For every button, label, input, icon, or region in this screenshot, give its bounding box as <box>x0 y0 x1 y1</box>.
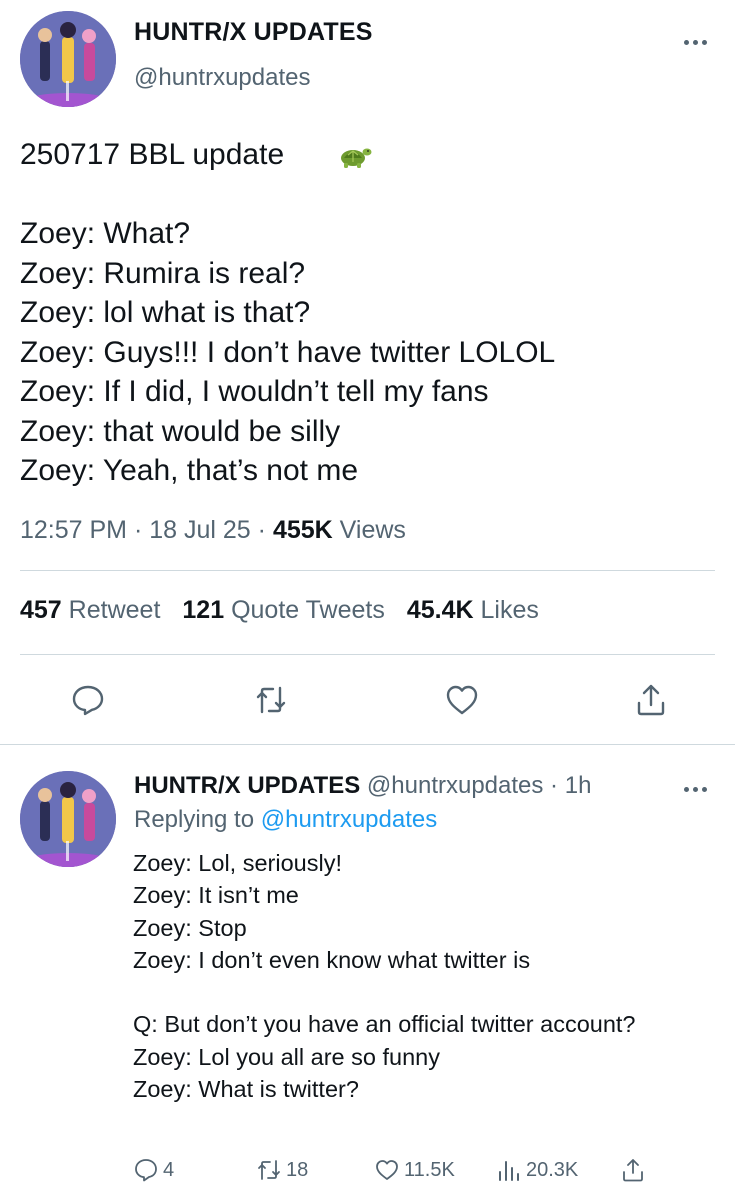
tweet-age[interactable]: 1h <box>565 772 592 799</box>
likes-label: Likes <box>480 596 539 624</box>
retweet-count: 18 <box>286 1158 309 1181</box>
views-label: Views <box>339 516 406 544</box>
display-name[interactable]: HUNTR/X UPDATES <box>134 18 373 47</box>
divider <box>20 654 715 655</box>
like-button[interactable]: 11.5K <box>374 1156 455 1184</box>
more-options-icon[interactable] <box>684 38 708 46</box>
like-button[interactable] <box>444 682 480 718</box>
view-count: 20.3K <box>526 1158 579 1181</box>
avatar[interactable] <box>20 771 116 867</box>
retweet-icon <box>256 686 286 714</box>
replying-to-label: Replying to <box>134 806 255 833</box>
share-button[interactable] <box>620 1156 650 1184</box>
turtle-icon <box>341 148 372 168</box>
handle[interactable]: @huntrxupdates <box>134 64 310 92</box>
avatar-image <box>20 11 116 107</box>
tweet-body: 250717 BBL update Zoey: What? Zoey: Rumi… <box>20 135 720 491</box>
display-name[interactable]: HUNTR/X UPDATES <box>134 772 360 799</box>
reply-icon <box>72 685 104 716</box>
tweet-meta: 12:57 PM · 18 Jul 25 · 455K Views <box>20 516 406 545</box>
retweets-stat[interactable]: 457 Retweet <box>20 596 160 624</box>
replying-to-handle[interactable]: @huntrxupdates <box>261 806 437 833</box>
like-icon <box>446 685 478 715</box>
quotes-label: Quote Tweets <box>231 596 385 624</box>
reply-button[interactable] <box>70 682 106 718</box>
reply-icon <box>135 1159 157 1182</box>
reply-text: Zoey: Lol, seriously! Zoey: It isn’t me … <box>133 850 636 1103</box>
like-count: 11.5K <box>404 1158 455 1181</box>
replying-to: Replying to @huntrxupdates <box>134 806 437 834</box>
likes-count: 45.4K <box>406 596 474 624</box>
share-icon <box>623 1159 643 1182</box>
retweet-icon <box>258 1160 280 1180</box>
like-icon <box>376 1160 398 1180</box>
share-icon <box>637 684 665 716</box>
divider <box>0 744 735 745</box>
avatar[interactable] <box>20 11 116 107</box>
views-count: 455K <box>272 516 333 544</box>
quotes-count: 121 <box>182 596 225 624</box>
reply-header: HUNTR/X UPDATES @huntrxupdates · 1h <box>134 772 591 800</box>
meta-separator: · <box>257 516 273 544</box>
avatar-image <box>20 771 116 867</box>
share-button[interactable] <box>633 682 669 718</box>
tweet-time[interactable]: 12:57 PM <box>20 516 127 544</box>
views-icon <box>499 1161 519 1181</box>
likes-stat[interactable]: 45.4K Likes <box>407 596 539 624</box>
reply-count: 4 <box>163 1158 175 1181</box>
more-options-icon[interactable] <box>684 785 708 793</box>
meta-separator: · <box>543 772 565 799</box>
retweets-label: Retweet <box>68 596 161 624</box>
retweet-button[interactable] <box>253 682 289 718</box>
reply-button[interactable]: 4 <box>133 1156 174 1184</box>
retweets-count: 457 <box>20 596 62 624</box>
divider <box>20 570 715 571</box>
tweet-date[interactable]: 18 Jul 25 <box>149 516 250 544</box>
quotes-stat[interactable]: 121 Quote Tweets <box>182 596 384 624</box>
views-button[interactable]: 20.3K <box>496 1156 578 1184</box>
meta-separator: · <box>133 516 150 544</box>
retweet-button[interactable]: 18 <box>256 1156 308 1184</box>
engagement-stats: 457 Retweet 121 Quote Tweets 45.4K Likes <box>20 596 539 625</box>
tweet-text: 250717 BBL update Zoey: What? Zoey: Rumi… <box>20 138 556 487</box>
handle[interactable]: @huntrxupdates <box>367 772 543 799</box>
